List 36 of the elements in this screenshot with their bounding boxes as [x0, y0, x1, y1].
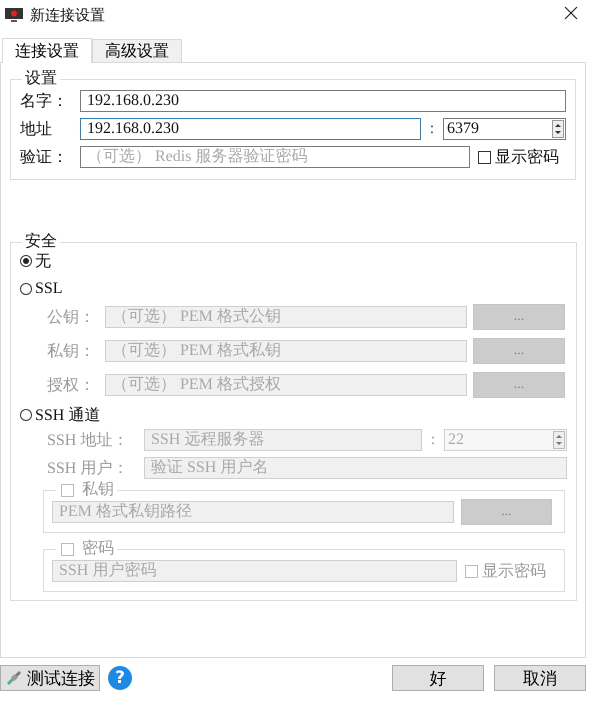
group-title: 安全: [24, 234, 58, 250]
field-label: SSH 地址：: [47, 430, 130, 450]
field-label: SSH 用户：: [47, 458, 130, 478]
radio-label: 无: [35, 252, 51, 272]
checkbox[interactable]: [478, 150, 491, 164]
radio-button[interactable]: [20, 255, 32, 267]
group-title: 设置: [24, 71, 58, 87]
checkbox-label: 私钥: [82, 482, 114, 498]
close-icon[interactable]: [564, 6, 578, 20]
app-icon: [4, 7, 24, 23]
field-label: 公钥：: [47, 308, 96, 328]
tab[interactable]: 连接设置: [2, 38, 92, 63]
field-label: 验证：: [20, 148, 69, 168]
field-label: 私钥：: [47, 342, 96, 362]
checkbox-label: 密码: [82, 541, 114, 557]
port-separator: :: [428, 120, 436, 138]
field-label: 地址: [20, 120, 53, 140]
checkbox-label: 显示密码: [495, 148, 559, 168]
address-field[interactable]: 192.168.0.230: [80, 118, 421, 140]
spin-arrows-icon[interactable]: [552, 120, 564, 138]
field-label: 名字：: [20, 92, 69, 112]
window-title: 新连接设置: [30, 6, 105, 24]
tab[interactable]: 高级设置: [92, 39, 182, 62]
help-icon[interactable]: ?: [108, 666, 132, 690]
radio-label: SSH 通道: [35, 406, 100, 426]
plug-icon: [5, 669, 23, 687]
radio-label: SSL: [35, 280, 63, 298]
name-field[interactable]: 192.168.0.230: [80, 90, 566, 112]
test-connection-button[interactable]: 测试连接: [0, 665, 100, 691]
checkbox-label: 显示密码: [482, 562, 546, 582]
port-spinbox[interactable]: 6379: [443, 118, 566, 140]
cancel-button[interactable]: 取消: [494, 665, 586, 691]
port-separator: :: [430, 431, 436, 449]
ok-button[interactable]: 好: [392, 665, 484, 691]
password-field[interactable]: （可选） Redis 服务器验证密码: [80, 146, 470, 168]
field-label: 授权：: [47, 376, 96, 396]
